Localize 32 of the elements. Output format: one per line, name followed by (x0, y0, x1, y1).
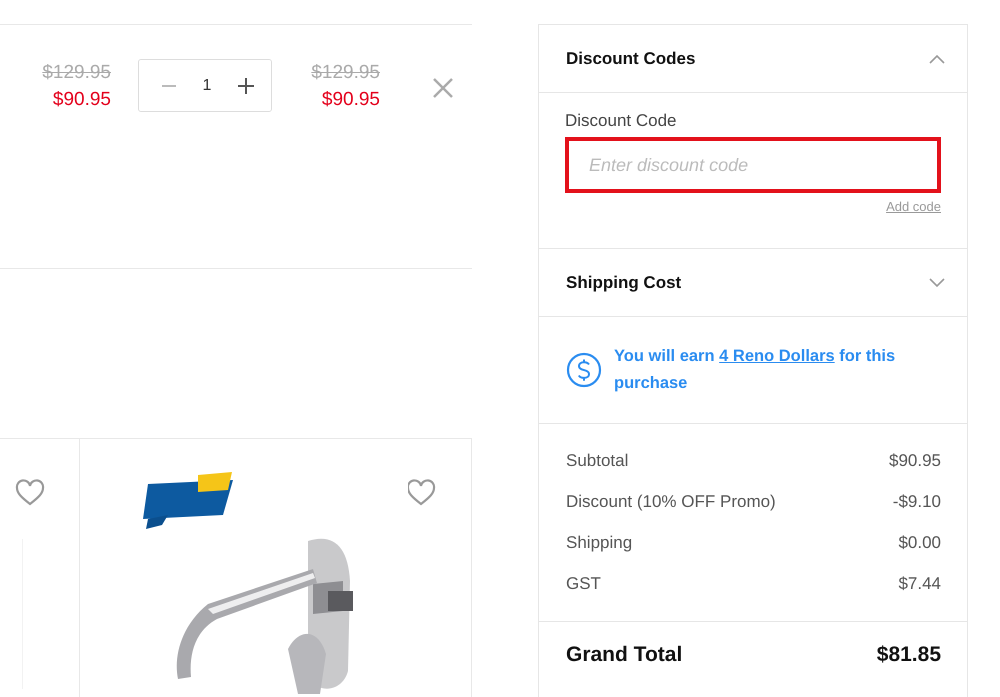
field-label: Discount Code (565, 111, 678, 131)
original-total: $129.95 (311, 61, 380, 85)
summary-label: GST (566, 573, 601, 595)
chevron-down-icon (929, 278, 945, 288)
reward-message: You will earn 4 Reno Dollars for this purchase (614, 346, 896, 394)
summary-value: $0.00 (898, 532, 941, 554)
heart-icon (15, 479, 45, 507)
heart-icon (406, 479, 436, 507)
summary-label: Subtotal (566, 450, 628, 472)
accordion-header[interactable]: Discount Codes (539, 25, 967, 93)
summary-label: Shipping (566, 532, 632, 554)
plus-icon (237, 76, 255, 94)
summary-label: Discount (10% OFF Promo) (566, 491, 776, 513)
wishlist-button[interactable] (406, 479, 436, 507)
wishlist-button[interactable] (15, 479, 45, 507)
summary-value: $7.44 (898, 573, 941, 595)
close-icon (432, 77, 454, 99)
chevron-up-icon (929, 54, 945, 64)
quantity-value[interactable]: 1 (202, 76, 212, 94)
dollar-coin-icon (566, 352, 602, 388)
minus-icon (161, 84, 177, 86)
grand-total-value: $81.85 (876, 643, 941, 667)
accordion-header[interactable]: Shipping Cost (539, 249, 967, 317)
discount-code-field[interactable]: Enter discount code (565, 137, 941, 193)
remove-button[interactable] (432, 77, 454, 99)
sale-total: $90.95 (322, 88, 380, 112)
grand-total-label: Grand Total (566, 643, 682, 667)
summary-value: -$9.10 (892, 491, 941, 513)
original-price: $129.95 (42, 61, 111, 85)
increase-button[interactable] (237, 76, 255, 94)
summary-value: $90.95 (889, 450, 941, 472)
sale-price: $90.95 (52, 88, 111, 112)
